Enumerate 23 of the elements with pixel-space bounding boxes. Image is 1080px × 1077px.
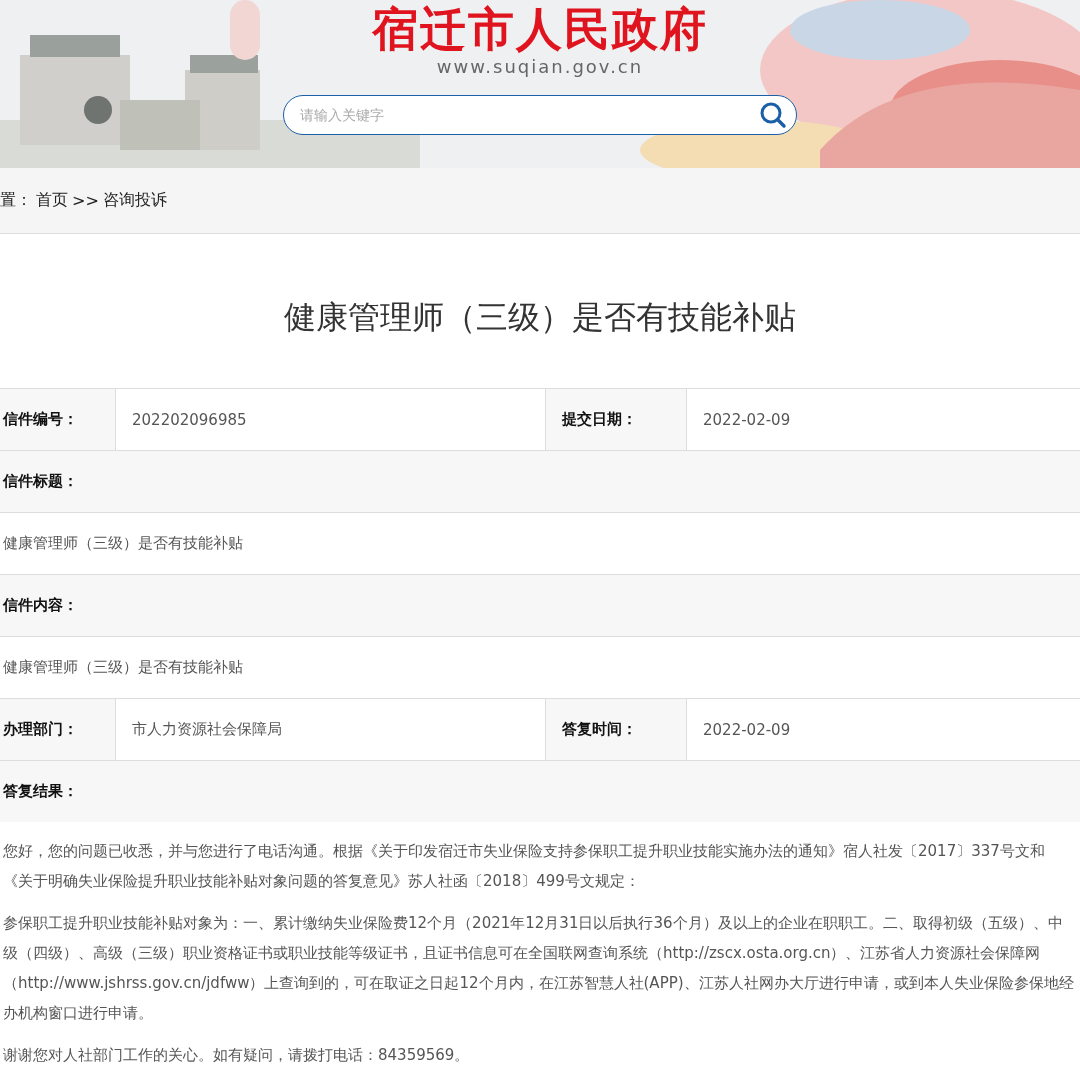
- reply-paragraph: 参保职工提升职业技能补贴对象为：一、累计缴纳失业保险费12个月（2021年12月31日以后执行36个月）及以上的企业在职职工。二、取得初级（五级）、中级（四级）、高级（三级）职业资格证书或职业技能等级证书，且证书信息可在全国联网查询系统（http://zscx.osta.org.cn）、江苏省人力资源社会保障网（http://www.jshrss.gov.cn/jdfww）上查询到的，可在取证之日起12个月内，在江苏智慧人社(APP)、江苏人社网办大厅进行申请，或到本人失业保险参保地经办机构窗口进行申请。: [3, 913, 1074, 1024]
- field-label: 信件内容：: [0, 575, 1080, 636]
- breadcrumb-text: 咨询投诉: [102, 190, 167, 211]
- site-url: www.suqian.gov.cn: [436, 56, 644, 78]
- field-label: 提交日期：: [546, 389, 687, 450]
- reply-paragraph: 谢谢您对人社部门工作的关心。如有疑问，请拨打电话：84359569。: [3, 1045, 471, 1066]
- site-title: 宿迁市人民政府: [372, 2, 708, 56]
- field-label: 信件编号：: [0, 389, 116, 450]
- reply-paragraph: 您好，您的问题已收悉，并与您进行了电话沟通。根据《关于印发宿迁市失业保险支持参保职工提升职业技能实施办法的通知》宿人社发〔2017〕337号文和《关于明确失业保险提升职业技能补贴对象问题的答复意见》苏人社函〔2018〕499号文规定：: [3, 841, 1046, 892]
- breadcrumb-text: 首页: [36, 190, 68, 211]
- field-value: 2022-02-09: [702, 719, 792, 741]
- field-label: 办理部门：: [0, 699, 116, 760]
- letter-title: 健康管理师（三级）是否有技能补贴: [283, 297, 797, 338]
- field-value: 2022-02-09: [702, 409, 792, 431]
- field-value: 健康管理师（三级）是否有技能补贴: [2, 657, 244, 678]
- field-label: 答复结果：: [0, 761, 1080, 822]
- field-label: 信件标题：: [0, 451, 1080, 512]
- field-label: 答复时间：: [546, 699, 687, 760]
- breadcrumb-text: 置：: [0, 190, 32, 211]
- search-icon[interactable]: [759, 101, 787, 129]
- field-value: 健康管理师（三级）是否有技能补贴: [2, 533, 244, 554]
- search-field[interactable]: 请输入关键字: [283, 95, 797, 135]
- breadcrumb-text: >>: [72, 191, 99, 210]
